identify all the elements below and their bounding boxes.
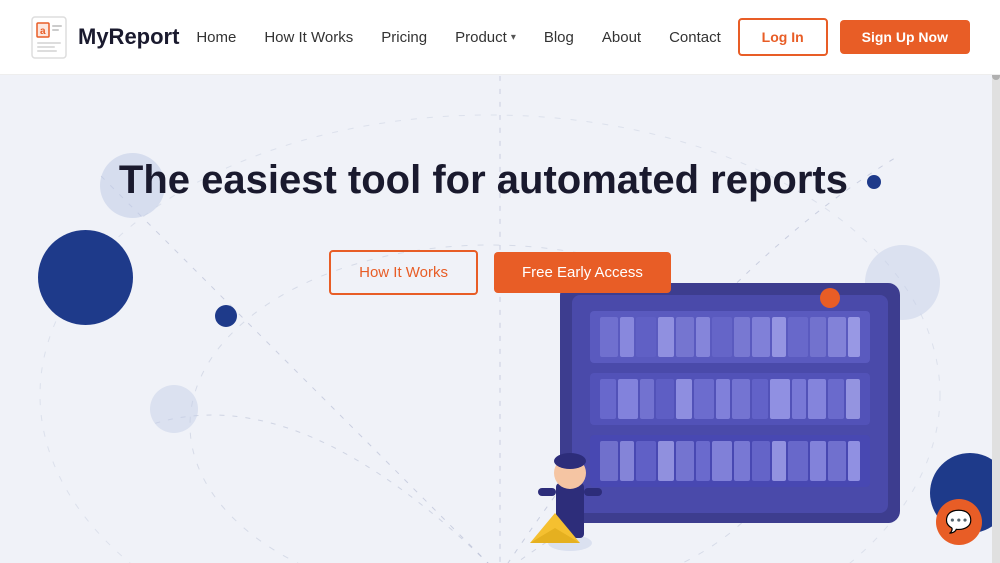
- logo[interactable]: a MyReport: [30, 15, 179, 60]
- login-button[interactable]: Log In: [738, 18, 828, 56]
- hero-illustration: [500, 273, 920, 563]
- hero-title: The easiest tool for automated reports: [0, 155, 1000, 205]
- signup-button[interactable]: Sign Up Now: [840, 20, 970, 54]
- hero-early-access-button[interactable]: Free Early Access: [494, 252, 671, 293]
- chat-icon: 💬: [945, 509, 972, 535]
- nav-how-it-works[interactable]: How It Works: [264, 29, 353, 46]
- hero-section: The easiest tool for automated reports H…: [0, 75, 1000, 563]
- svg-text:a: a: [40, 26, 46, 37]
- chevron-down-icon: ▾: [511, 32, 516, 43]
- nav-blog[interactable]: Blog: [544, 29, 574, 46]
- nav-product[interactable]: Product ▾: [455, 29, 516, 46]
- hero-buttons: How It Works Free Early Access: [0, 250, 1000, 295]
- nav-buttons: Log In Sign Up Now: [738, 18, 970, 56]
- nav-pricing[interactable]: Pricing: [381, 29, 427, 46]
- decorative-circle-3: [215, 305, 237, 327]
- decorative-circle-4: [150, 385, 198, 433]
- nav-links: Home How It Works Pricing Product ▾ Blog…: [196, 29, 720, 46]
- nav-contact[interactable]: Contact: [669, 29, 721, 46]
- navbar: a MyReport Home How It Works Pricing Pro…: [0, 0, 1000, 75]
- hero-content: The easiest tool for automated reports H…: [0, 155, 1000, 295]
- chat-bubble-button[interactable]: 💬: [936, 499, 982, 545]
- nav-about[interactable]: About: [602, 29, 641, 46]
- hero-how-works-button[interactable]: How It Works: [329, 250, 478, 295]
- title-dot-accent: [867, 175, 881, 189]
- nav-home[interactable]: Home: [196, 29, 236, 46]
- brand-name: MyReport: [78, 24, 179, 50]
- logo-icon: a: [30, 15, 68, 60]
